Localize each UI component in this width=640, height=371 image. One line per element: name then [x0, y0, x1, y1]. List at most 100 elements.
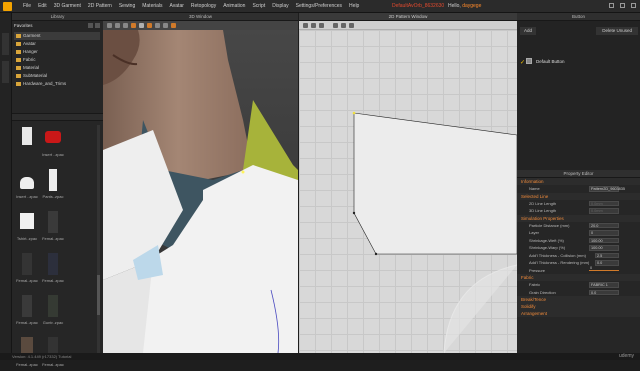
name-field[interactable]: Pattern2D_9603835 — [589, 186, 625, 192]
library-item[interactable] — [66, 251, 92, 287]
tape-tool-icon[interactable] — [155, 23, 160, 28]
delete-unused-button[interactable]: Delete Unused — [596, 27, 638, 35]
library-item[interactable]: Femal..zpac — [40, 209, 66, 245]
pattern-point[interactable] — [374, 252, 378, 256]
menu-script[interactable]: Script — [252, 3, 265, 9]
fabric-select[interactable]: FABRIC 1 — [589, 282, 619, 288]
grain-direction-field[interactable]: 0.0 — [589, 289, 619, 295]
folder-item-garment[interactable]: Garment — [14, 32, 100, 40]
pattern-canvas[interactable] — [299, 30, 517, 353]
menu-display[interactable]: Display — [272, 3, 288, 9]
library-item[interactable] — [66, 293, 92, 329]
prop-label: Add'l Thickness - Collision (mm) — [529, 252, 586, 258]
add-folder-icon[interactable] — [88, 23, 93, 28]
library-item[interactable]: Tshirt..zpac — [14, 209, 40, 245]
avatar-tool-icon[interactable] — [171, 23, 176, 28]
folder-item-hardware[interactable]: Hardware_and_Trims — [14, 80, 100, 88]
library-item[interactable]: Insert ..zpac — [14, 167, 40, 203]
prop-row-layer: Layer 0 — [517, 229, 640, 237]
section-arrangement[interactable]: Arrangement — [517, 310, 640, 317]
shrinkage-weft-field[interactable]: 100.00 — [589, 237, 619, 243]
library-title: Library — [12, 13, 103, 21]
library-item[interactable] — [66, 167, 92, 203]
menu-settings[interactable]: Settings/Preferences — [296, 3, 342, 9]
sim-tool-icon[interactable] — [147, 23, 152, 28]
library-item[interactable] — [66, 209, 92, 245]
measure-tool-icon[interactable] — [163, 23, 168, 28]
brush-tool-icon[interactable] — [139, 23, 144, 28]
library-item-label: Guntr..zpac — [42, 320, 64, 325]
rectangle-icon[interactable] — [341, 23, 346, 28]
edit-curve-icon[interactable] — [319, 23, 324, 28]
menu-animation[interactable]: Animation — [223, 3, 245, 9]
property-editor: Property Editor Information Name Pattern2… — [517, 170, 640, 353]
folder-item-submaterial[interactable]: SubMaterial — [14, 72, 100, 80]
menu-help[interactable]: Help — [349, 3, 359, 9]
move-tool-icon[interactable] — [115, 23, 120, 28]
section-information[interactable]: Information — [517, 178, 640, 185]
particle-distance-field[interactable]: 20.0 — [589, 222, 619, 228]
menu-3d-garment[interactable]: 3D Garment — [54, 3, 81, 9]
section-breakpoints[interactable]: Break/Tence — [517, 296, 640, 303]
3d-window-title: 3D Window — [103, 13, 298, 21]
library-item[interactable]: Insert ..zpac — [40, 125, 66, 161]
default-button-label: Default Button — [536, 59, 565, 64]
library-scrollbar[interactable] — [97, 125, 100, 355]
library-item[interactable] — [66, 125, 92, 161]
prop-label: Layer — [529, 230, 540, 235]
3d-window[interactable]: 3D Window — [103, 13, 298, 353]
menu-file[interactable]: File — [23, 3, 31, 9]
thickness-collision-field[interactable]: 2.5 — [595, 252, 619, 258]
menu-edit[interactable]: Edit — [38, 3, 47, 9]
section-simulation[interactable]: Simulation Properties — [517, 214, 640, 222]
library-item[interactable]: Femal..zpac — [14, 293, 40, 329]
line-length-2d-field[interactable]: 0.0mm — [589, 200, 619, 206]
section-selected-line[interactable]: Selected Line — [517, 192, 640, 200]
menu-sewing[interactable]: Sewing — [119, 3, 135, 9]
transform-pattern-icon[interactable] — [303, 23, 308, 28]
layer-field[interactable]: 0 — [589, 230, 619, 236]
menu-retopology[interactable]: Retopology — [191, 3, 216, 9]
menu-materials[interactable]: Materials — [142, 3, 162, 9]
selected-point[interactable] — [241, 170, 245, 174]
3d-toolbar — [103, 21, 298, 30]
pattern-piece[interactable] — [353, 112, 517, 255]
folder-item-avatar[interactable]: Avatar — [14, 40, 100, 48]
pattern-point[interactable] — [352, 111, 356, 115]
2d-pattern-window[interactable]: 2D Pattern Window — [299, 13, 517, 353]
add-button[interactable]: Add — [520, 27, 537, 35]
side-tab-modular[interactable] — [2, 61, 9, 83]
library-item[interactable]: Femal..zpac — [40, 251, 66, 287]
circle-icon[interactable] — [349, 23, 354, 28]
fold-tool-icon[interactable] — [123, 23, 128, 28]
library-item[interactable]: Guntr..zpac — [40, 293, 66, 329]
edit-pattern-icon[interactable] — [311, 23, 316, 28]
pin-tool-icon[interactable] — [131, 23, 136, 28]
section-solidify[interactable]: Solidify — [517, 303, 640, 310]
folder-item-fabric[interactable]: Fabric — [14, 56, 100, 64]
folder-item-material[interactable]: Material — [14, 64, 100, 72]
remove-folder-icon[interactable] — [95, 23, 100, 28]
menu-avatar[interactable]: Avatar — [170, 3, 184, 9]
3d-viewport[interactable] — [103, 30, 298, 353]
menu-2d-pattern[interactable]: 2D Pattern — [88, 3, 112, 9]
library-scroll-thumb[interactable] — [97, 275, 100, 315]
pattern-point[interactable] — [352, 211, 356, 215]
pressure-slider[interactable] — [589, 269, 619, 271]
library-item[interactable]: Femal..zpac — [14, 251, 40, 287]
section-fabric[interactable]: Fabric — [517, 274, 640, 281]
maximize-icon[interactable] — [620, 3, 625, 8]
library-item[interactable]: Pants..zpac — [40, 167, 66, 203]
default-button-item[interactable]: ✓ Default Button — [520, 58, 565, 66]
shrinkage-warp-field[interactable]: 100.00 — [589, 245, 619, 251]
side-tab-library[interactable] — [2, 33, 9, 55]
folder-item-hanger[interactable]: Hanger — [14, 48, 100, 56]
line-length-3d-field[interactable]: 0.0mm — [589, 208, 619, 214]
library-item[interactable] — [14, 125, 40, 161]
favorites-header: Favorites — [14, 23, 100, 30]
close-icon[interactable] — [631, 3, 636, 8]
minimize-icon[interactable] — [609, 3, 614, 8]
polygon-icon[interactable] — [333, 23, 338, 28]
select-tool-icon[interactable] — [107, 23, 112, 28]
library-item-label: Femal..zpac — [42, 278, 64, 283]
